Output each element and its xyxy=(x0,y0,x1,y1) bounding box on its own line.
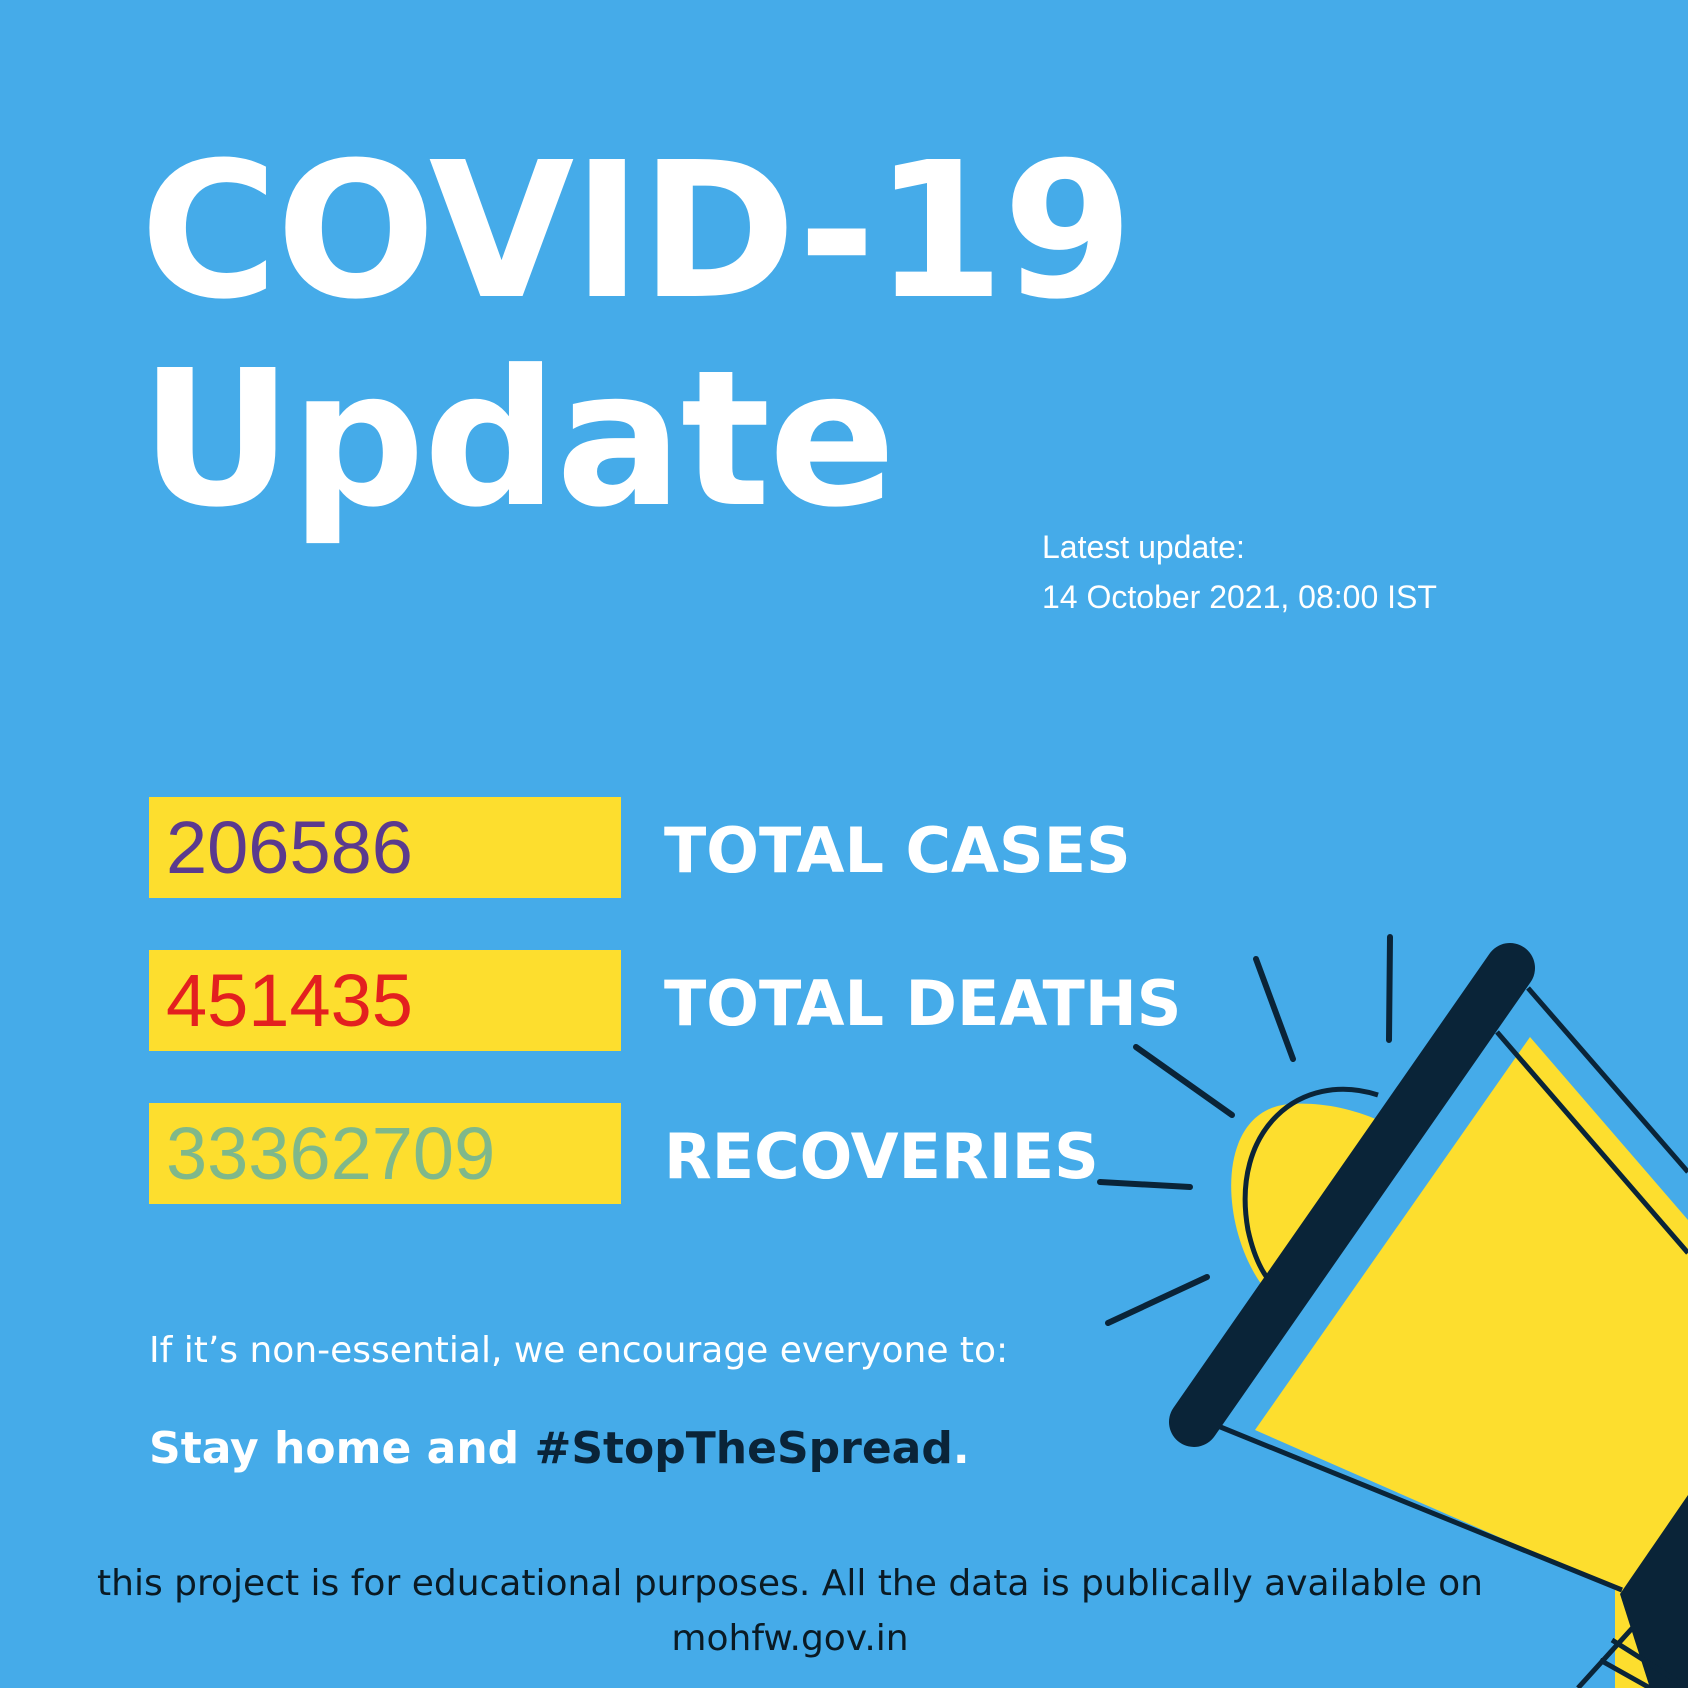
total-deaths-box: 451435 xyxy=(149,950,621,1051)
total-deaths-label: TOTAL DEATHS xyxy=(664,967,1182,1040)
latest-update-timestamp: 14 October 2021, 08:00 IST xyxy=(1042,579,1437,615)
latest-update-label: Latest update: xyxy=(1042,529,1245,565)
recoveries-label: RECOVERIES xyxy=(664,1120,1099,1193)
latest-update: Latest update: 14 October 2021, 08:00 IS… xyxy=(1042,522,1437,622)
recoveries-value: 33362709 xyxy=(166,1112,496,1195)
stay-prefix: Stay home and xyxy=(149,1423,535,1474)
footer-disclaimer: this project is for educational purposes… xyxy=(0,1556,1580,1666)
total-cases-box: 206586 xyxy=(149,797,621,898)
stay-suffix: . xyxy=(952,1423,970,1474)
title-line-1: COVID-19 xyxy=(140,122,1133,341)
total-cases-value: 206586 xyxy=(166,806,413,889)
recoveries-box: 33362709 xyxy=(149,1103,621,1204)
stay-home-message: Stay home and #StopTheSpread. xyxy=(149,1423,970,1474)
footer-line-1: this project is for educational purposes… xyxy=(97,1563,1483,1604)
hashtag: #StopTheSpread xyxy=(534,1423,953,1474)
footer-source-link: mohfw.gov.in xyxy=(671,1618,909,1659)
title-line-2: Update xyxy=(140,330,896,549)
encourage-text: If it’s non-essential, we encourage ever… xyxy=(149,1330,1009,1371)
total-cases-label: TOTAL CASES xyxy=(664,814,1131,887)
total-deaths-value: 451435 xyxy=(166,959,413,1042)
page-title: COVID-19 Update xyxy=(140,122,1133,549)
